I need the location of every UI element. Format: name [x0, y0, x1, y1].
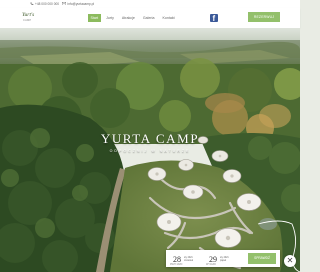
phone-icon [30, 1, 34, 7]
phone-text: +48 000 000 000 [35, 2, 60, 6]
nav-item-kontakt[interactable]: Kontakt [160, 14, 177, 22]
hero-title: YURTA CAMP [100, 131, 200, 146]
facebook-icon[interactable]: f [210, 14, 218, 23]
checkout-field[interactable]: WYJAZD 29 sty 2021 piątek [206, 252, 229, 270]
hero-subtitle: odpocznij w naturze [109, 149, 191, 153]
checkout-month: sty 2021 [220, 257, 229, 259]
close-icon[interactable]: ✕ [284, 255, 296, 267]
main-header: Yurt's CAMP Start Jurty Atrakcje Galeria… [0, 8, 300, 28]
mail-icon [62, 1, 66, 7]
booking-widget: PRZYJAZD 28 sty 2021 czwartek WYJAZD 29 … [166, 250, 280, 267]
checkout-weekday: piątek [220, 260, 227, 262]
phone-link[interactable]: +48 000 000 000 [30, 1, 59, 7]
site-logo[interactable]: Yurt's CAMP [22, 11, 44, 25]
checkin-month: sty 2021 [184, 257, 193, 259]
nav-item-jurty[interactable]: Jurty [104, 14, 117, 22]
logo-subtitle: CAMP [23, 19, 32, 22]
nav-item-galeria[interactable]: Galeria [140, 14, 157, 22]
main-nav: Start Jurty Atrakcje Galeria Kontakt [88, 14, 177, 22]
hero-section: YURTA CAMP odpocznij w naturze [0, 28, 300, 272]
email-link[interactable]: info@yurtacamp.pl [62, 1, 94, 7]
checkin-day: 28 [173, 255, 181, 264]
reserve-button[interactable]: REZERWUJ [248, 12, 280, 22]
check-availability-button[interactable]: SPRAWDŹ [248, 253, 276, 264]
checkin-weekday: czwartek [184, 260, 194, 262]
checkout-day: 29 [209, 255, 217, 264]
logo-title: Yurt's [22, 12, 35, 18]
nav-item-start[interactable]: Start [88, 14, 101, 22]
checkin-field[interactable]: PRZYJAZD 28 sty 2021 czwartek [170, 252, 193, 270]
email-text: info@yurtacamp.pl [67, 2, 95, 6]
nav-item-atrakcje[interactable]: Atrakcje [119, 14, 137, 22]
